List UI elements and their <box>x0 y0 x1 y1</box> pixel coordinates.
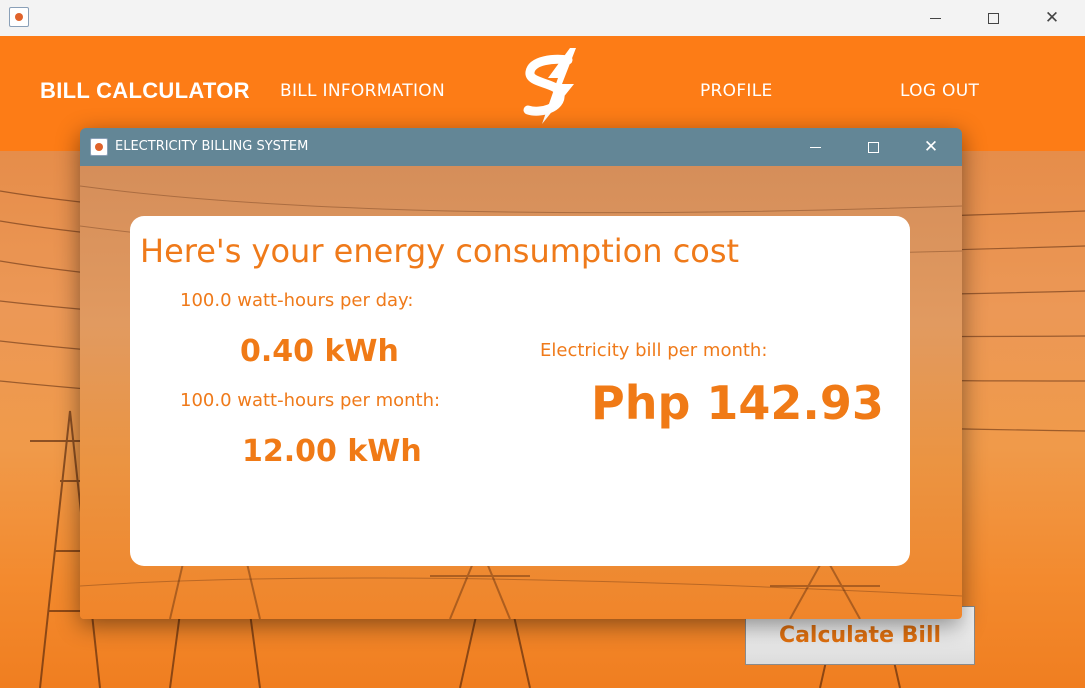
per-day-label: 100.0 watt-hours per day: <box>180 290 414 311</box>
dialog-titlebar: ELECTRICITY BILLING SYSTEM ✕ <box>80 128 962 166</box>
close-button[interactable]: ✕ <box>1023 0 1081 36</box>
close-icon: ✕ <box>923 136 939 157</box>
maximize-icon <box>867 141 879 153</box>
close-icon: ✕ <box>1044 7 1060 28</box>
nav-logout[interactable]: LOG OUT <box>900 81 979 101</box>
maximize-icon <box>987 12 999 24</box>
bill-value: Php 142.93 <box>591 376 884 430</box>
maximize-button[interactable] <box>964 0 1022 36</box>
minimize-icon <box>809 146 821 148</box>
java-app-icon <box>90 138 108 156</box>
dialog-maximize-button[interactable] <box>844 128 902 166</box>
bill-label: Electricity bill per month: <box>540 340 768 361</box>
result-heading: Here's your energy consumption cost <box>140 232 740 270</box>
nav-profile[interactable]: PROFILE <box>700 81 773 101</box>
lightning-peso-logo-icon <box>523 48 576 124</box>
result-card: Here's your energy consumption cost 100.… <box>130 216 910 566</box>
per-month-value: 12.00 kWh <box>242 434 422 469</box>
dialog-close-button[interactable]: ✕ <box>902 128 960 166</box>
nav-title: BILL CALCULATOR <box>40 78 250 103</box>
java-app-icon <box>9 7 29 27</box>
nav-bill-information[interactable]: BILL INFORMATION <box>280 81 445 101</box>
per-month-label: 100.0 watt-hours per month: <box>180 390 441 411</box>
per-day-value: 0.40 kWh <box>240 334 399 369</box>
minimize-button[interactable] <box>906 0 964 36</box>
billing-dialog: ELECTRICITY BILLING SYSTEM ✕ Here's your… <box>80 128 962 619</box>
dialog-minimize-button[interactable] <box>786 128 844 166</box>
dialog-title: ELECTRICITY BILLING SYSTEM <box>115 139 309 154</box>
dialog-body: Here's your energy consumption cost 100.… <box>80 166 962 619</box>
main-titlebar: ✕ <box>0 0 1085 36</box>
minimize-icon <box>929 17 941 19</box>
